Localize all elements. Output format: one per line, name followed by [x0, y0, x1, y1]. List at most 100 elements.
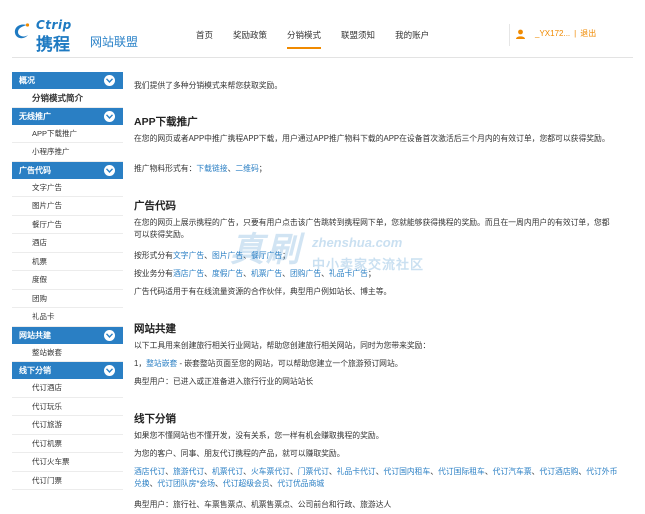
sidebar-item-giftcard[interactable]: 礼品卡 — [12, 308, 123, 327]
separator: 、 — [243, 467, 251, 476]
separator: 、 — [243, 269, 251, 278]
restaurant-ad-link[interactable]: 餐厅广告 — [251, 251, 282, 260]
end-mark: ； — [282, 251, 290, 260]
separator: 、 — [204, 467, 212, 476]
separator: 、 — [484, 467, 493, 476]
offline-link[interactable]: 代订酒店购 — [539, 467, 578, 476]
sidebar-item-app[interactable]: APP下载推广 — [12, 124, 123, 143]
sidebar-section-offline[interactable]: 线下分销 — [12, 362, 123, 379]
vacation-ad-link[interactable]: 度假广告 — [212, 269, 243, 278]
separator: 、 — [215, 479, 223, 488]
sidebar-item-book-hotel[interactable]: 代订酒店 — [12, 379, 123, 398]
sidebar-section-label: 广告代码 — [19, 165, 51, 175]
ad-biz: 按业务分有酒店广告、度假广告、机票广告、团购广告、礼品卡广告； — [134, 268, 376, 280]
site-item-rest: - 嵌套整站页面至您的网站，可以帮助您建立一个旅游预订网站。 — [177, 359, 403, 368]
site-typical: 典型用户：已进入或正准备进入旅行行业的网站站长 — [134, 377, 314, 386]
ad-note: 广告代码适用于有在线流量资源的合作伙伴，典型用户例如站长、博主等。 — [134, 287, 392, 296]
hotel-ad-link[interactable]: 酒店广告 — [173, 269, 204, 278]
offline-link[interactable]: 礼品卡代订 — [337, 467, 376, 476]
groupbuy-ad-link[interactable]: 团购广告 — [290, 269, 321, 278]
offline-link[interactable]: 门票代订 — [298, 467, 329, 476]
app-section-title: APP下载推广 — [134, 116, 198, 128]
header: Ctrip 携程 网站联盟 首页 奖励政策 分销模式 联盟须知 我的账户 _YX… — [0, 0, 645, 58]
user-separator: | — [574, 29, 577, 38]
giftcard-ad-link[interactable]: 礼品卡广告 — [329, 269, 368, 278]
separator: 、 — [321, 269, 329, 278]
sidebar-item-intro[interactable]: 分销模式简介 — [12, 89, 123, 108]
nav-account[interactable]: 我的账户 — [395, 29, 429, 49]
sidebar-item-image-ad[interactable]: 图片广告 — [12, 197, 123, 216]
sidebar-item-embed[interactable]: 整站嵌套 — [12, 343, 123, 362]
flight-ad-link[interactable]: 机票广告 — [251, 269, 282, 278]
offline-link[interactable]: 代订超级会员 — [223, 479, 270, 488]
text-ad-link[interactable]: 文字广告 — [173, 251, 204, 260]
ad-section-title: 广告代码 — [134, 200, 176, 212]
sidebar-section-adcode[interactable]: 广告代码 — [12, 161, 123, 179]
offline-link[interactable]: 代订国际租车 — [438, 467, 485, 476]
offline-link[interactable]: 酒店代订 — [134, 467, 165, 476]
user-name-link[interactable]: _YX172... — [535, 29, 570, 38]
site-section-title: 网站共建 — [134, 323, 176, 335]
chevron-down-icon[interactable] — [104, 75, 115, 86]
sidebar-section-label: 概况 — [19, 76, 35, 85]
download-link[interactable]: 下载链接 — [196, 164, 227, 173]
sidebar-item-hotel[interactable]: 酒店 — [12, 234, 123, 253]
sidebar-section-wireless[interactable]: 无线推广 — [12, 107, 123, 125]
offline-link[interactable]: 代订国内租车 — [384, 467, 431, 476]
sidebar-item-miniprogram[interactable]: 小程序推广 — [12, 143, 123, 162]
offline-typical: 典型用户：旅行社、车票售票点、机票售票点、公司前台和行政、旅游达人 — [134, 500, 392, 509]
logo-union-text: 网站联盟 — [90, 35, 139, 49]
ad-desc: 在您的网页上展示携程的广告，只要有用户点击该广告跳转到携程网下单，您就能够获得携… — [134, 218, 610, 239]
embed-link[interactable]: 整站嵌套 — [146, 359, 177, 368]
separator: 、 — [165, 467, 173, 476]
nav-rewards[interactable]: 奖励政策 — [233, 29, 267, 49]
ad-biz-label: 按业务分有 — [134, 269, 173, 278]
logout-link[interactable]: 退出 — [580, 28, 596, 39]
chevron-down-icon[interactable] — [104, 365, 115, 376]
app-forms-label: 推广物料形式有： — [134, 164, 197, 173]
site-desc: 以下工具用来创建旅行相关行业网站，帮助您创建旅行相关网站，同时为您带来奖励： — [134, 341, 431, 350]
nav-home[interactable]: 首页 — [196, 29, 213, 49]
app-desc: 在您的网页或者APP中推广携程APP下载，用户通过APP推广物料下载的APP在设… — [134, 134, 610, 143]
chevron-down-icon[interactable] — [104, 329, 115, 341]
separator: 、 — [204, 251, 212, 260]
separator: 、 — [375, 467, 384, 476]
image-ad-link[interactable]: 图片广告 — [212, 251, 243, 260]
sidebar-item-book-flight[interactable]: 代订机票 — [12, 434, 123, 453]
sidebar-item-groupbuy[interactable]: 团购 — [12, 289, 123, 308]
offline-link[interactable]: 机票代订 — [212, 467, 243, 476]
separator: 、 — [282, 269, 290, 278]
sidebar-item-book-travel[interactable]: 代订旅游 — [12, 416, 123, 435]
qrcode-link[interactable]: 二维码 — [235, 164, 258, 173]
chevron-down-icon[interactable] — [104, 110, 115, 122]
logo-cn-text: 携程 — [36, 35, 70, 54]
nav-distribution[interactable]: 分销模式 — [287, 29, 322, 49]
offline-link[interactable]: 代订团队房*会场 — [157, 479, 215, 488]
top-nav: 首页 奖励政策 分销模式 联盟须知 我的账户 — [196, 29, 449, 49]
offline-links: 酒店代订、旅游代订、机票代订、火车票代订、门票代订、礼品卡代订、代订国内租车、代… — [134, 466, 618, 490]
offline-link[interactable]: 代订汽车票 — [493, 467, 532, 476]
ctrip-logo[interactable]: Ctrip 携程 网站联盟 — [12, 17, 152, 54]
sidebar-item-restaurant-ad[interactable]: 餐厅广告 — [12, 215, 123, 234]
chevron-down-icon[interactable] — [104, 164, 115, 176]
sidebar-item-book-fun[interactable]: 代订玩乐 — [12, 397, 123, 416]
offline-desc2: 为您的客户、同事、朋友代订携程的产品，就可以赚取奖励。 — [134, 449, 345, 458]
sidebar-item-flight[interactable]: 机票 — [12, 252, 123, 271]
sidebar-section-site[interactable]: 网站共建 — [12, 326, 123, 344]
header-divider — [509, 24, 510, 46]
sidebar-section-overview[interactable]: 概况 — [12, 72, 123, 89]
sidebar-item-text-ad[interactable]: 文字广告 — [12, 178, 123, 197]
nav-notice[interactable]: 联盟须知 — [341, 29, 375, 49]
sidebar-item-book-ticket[interactable]: 代订门票 — [12, 471, 123, 490]
sidebar: 概况 分销模式简介 无线推广 APP下载推广 小程序推广 广告代码 文字广告 图… — [12, 72, 123, 490]
user-area: _YX172... | 退出 — [516, 28, 596, 39]
offline-link[interactable]: 代订优品商城 — [277, 479, 324, 488]
sidebar-item-vacation[interactable]: 度假 — [12, 271, 123, 290]
sidebar-item-book-train[interactable]: 代订火车票 — [12, 453, 123, 472]
app-forms: 推广物料形式有：下载链接、二维码； — [134, 163, 267, 175]
offline-link[interactable]: 旅游代订 — [173, 467, 204, 476]
separator: 、 — [430, 467, 439, 476]
site-item: 1，整站嵌套 - 嵌套整站页面至您的网站，可以帮助您建立一个旅游预订网站。 — [134, 358, 403, 370]
offline-link[interactable]: 火车票代订 — [251, 467, 290, 476]
ctrip-swirl-icon — [14, 23, 30, 39]
